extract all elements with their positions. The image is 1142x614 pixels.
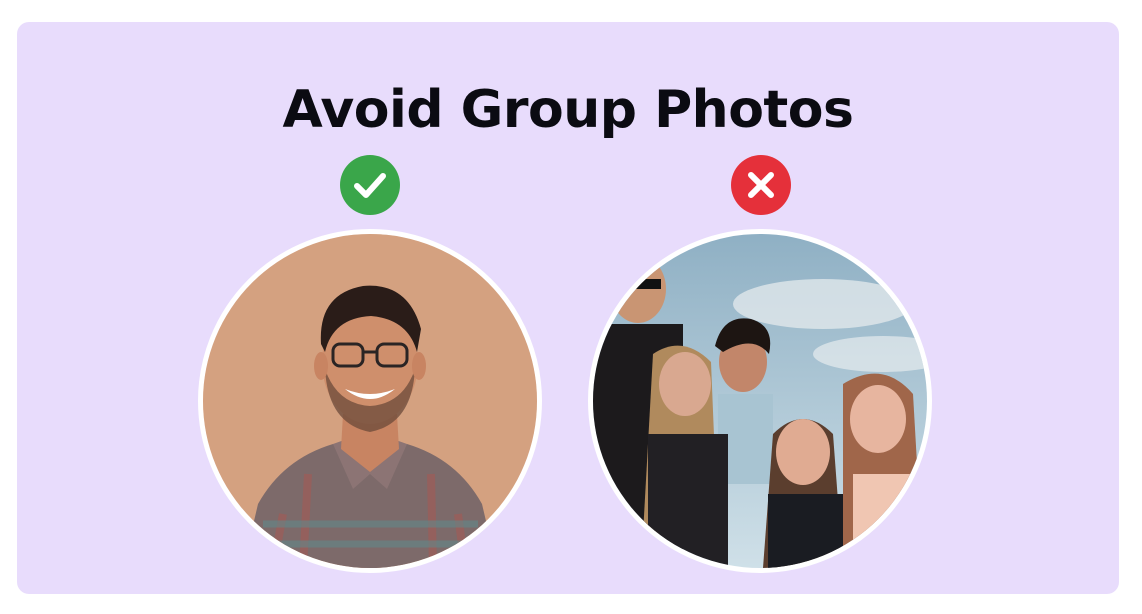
comparison-card: Avoid Group Photos [17, 22, 1119, 594]
x-circle-icon [731, 155, 791, 215]
check-circle-icon [340, 155, 400, 215]
page-title: Avoid Group Photos [282, 80, 854, 140]
group-photo [588, 229, 932, 573]
single-person-photo [198, 229, 542, 573]
